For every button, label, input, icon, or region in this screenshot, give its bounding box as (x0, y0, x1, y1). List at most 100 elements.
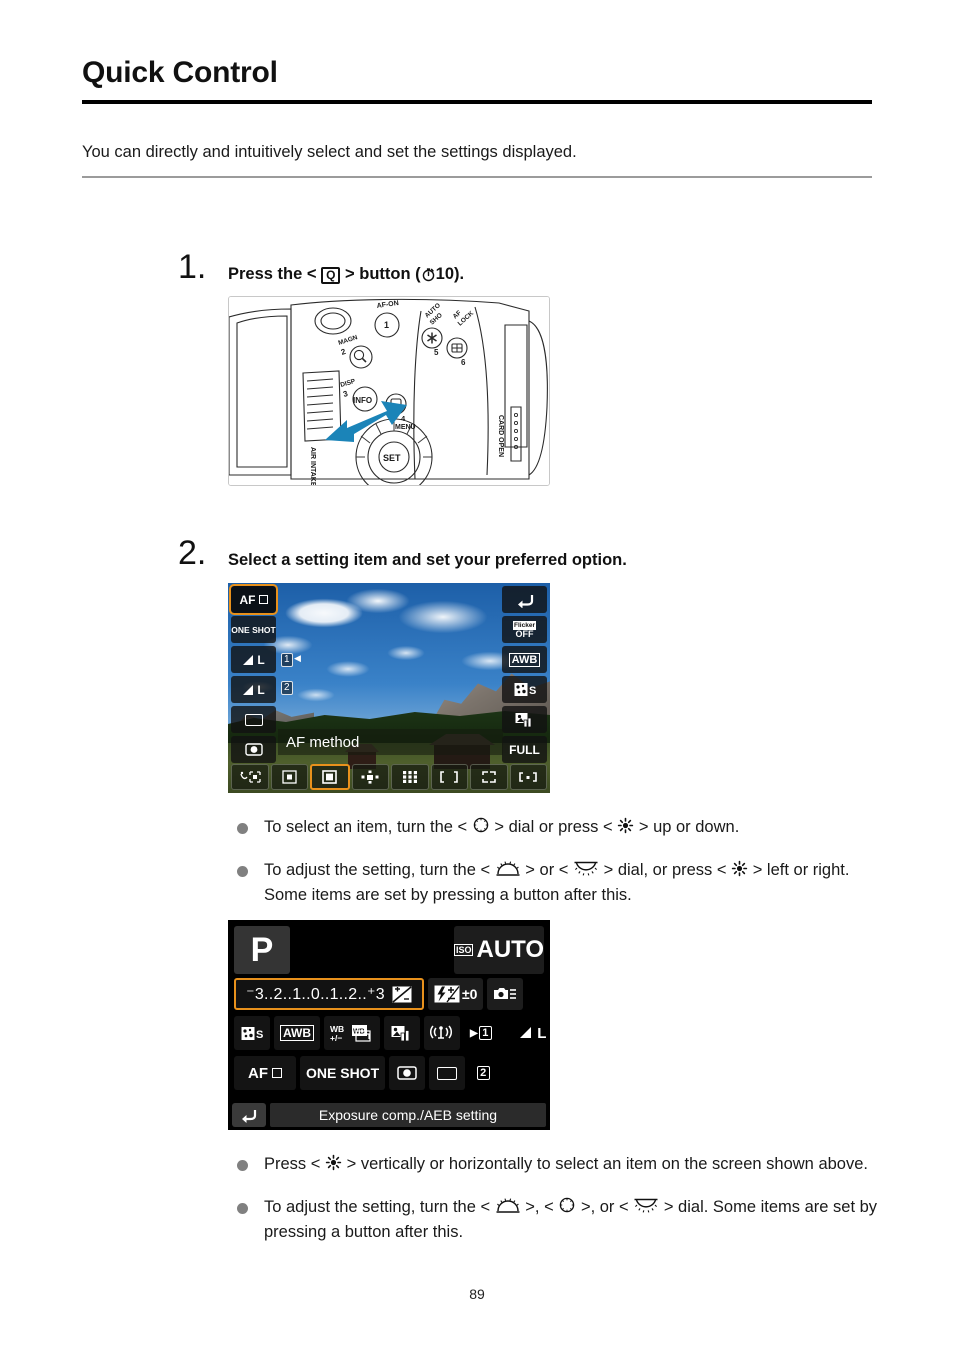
card-arrow-icon: ◀ (294, 653, 301, 663)
bullet-1-part-2: > dial or press < (494, 818, 613, 836)
label-6: 6 (461, 358, 466, 367)
step-1-text: Press the < Q > button (10). (228, 265, 464, 284)
sub-dial-icon (633, 1197, 659, 1214)
label-air-intake: AIR INTAKE (309, 447, 316, 486)
tile-return[interactable] (502, 586, 547, 613)
svg-text:+/−: +/− (330, 1033, 342, 1043)
label-set: SET (383, 453, 401, 463)
tile-af-operation[interactable]: ONE SHOT (300, 1056, 386, 1090)
shooting-settings-screen[interactable]: P ISO AUTO ⁻3..2..1..0..1..2..⁺3 ±0 S AW… (228, 920, 550, 1130)
label-5: 5 (434, 348, 439, 357)
af-label: AF (248, 1064, 268, 1082)
tile-picture-style[interactable]: S (502, 676, 547, 703)
tile-af-method[interactable]: AF (234, 1056, 296, 1090)
bullet-4-part-0: To adjust the setting, turn the < (264, 1198, 491, 1216)
tile-metering-mode[interactable] (389, 1056, 426, 1090)
iso-tile[interactable]: ISO AUTO (453, 926, 544, 974)
svg-text:S: S (256, 1029, 263, 1041)
step-1-number: 1. (178, 248, 207, 286)
tile-wireless[interactable] (424, 1016, 460, 1050)
picture-style-standard-icon: S (241, 1026, 263, 1041)
tile-full[interactable]: FULL (502, 736, 547, 763)
footer-setting-name: Exposure comp./AEB setting (270, 1102, 546, 1127)
tile-wb-correction[interactable]: WB +/− WB (324, 1016, 380, 1050)
tile-af-operation[interactable]: ONE SHOT (231, 616, 276, 643)
bullet-adjust-setting-dials: To adjust the setting, turn the < >, < >… (232, 1195, 882, 1245)
tile-white-balance[interactable]: AWB (502, 646, 547, 673)
exposure-compensation-icon (392, 985, 412, 1003)
page-number: 89 (469, 1286, 485, 1302)
drive-single-icon (437, 1066, 458, 1080)
shooting-mode-tile[interactable]: P (234, 926, 290, 974)
main-dial-icon (495, 860, 521, 877)
drive-single-icon (244, 713, 263, 726)
return-arrow-icon (517, 594, 533, 608)
zone-af-icon (440, 771, 459, 783)
metering-evaluative-icon (397, 1066, 417, 1080)
af-option-large-zone-vertical[interactable] (470, 764, 508, 790)
setting-name-label: AF method (278, 729, 503, 755)
exposure-row: ⁻3..2..1..0..1..2..⁺3 ±0 (234, 978, 524, 1010)
settings-row-1: S AWB WB +/− WB ▶ 1 L (234, 1016, 550, 1050)
af-square-icon (258, 595, 268, 604)
manual-page: Quick Control You can directly and intui… (0, 0, 954, 1345)
camera-settings-icon (494, 988, 517, 999)
step-2-text: Select a setting item and set your prefe… (228, 551, 627, 569)
tile-af-method[interactable]: AF (229, 584, 278, 615)
tile-metering-mode[interactable] (231, 736, 276, 763)
wireless-icon (430, 1025, 453, 1039)
exposure-comp-tile[interactable]: ⁻3..2..1..0..1..2..⁺3 (234, 978, 424, 1010)
af-option-zone[interactable] (430, 764, 468, 790)
af-option-one-point[interactable] (310, 764, 350, 790)
image-transfer-icon (391, 1025, 410, 1041)
dial-quick-control-icon (472, 816, 490, 834)
tile-record-card-2[interactable]: 2 (469, 1056, 498, 1090)
card-slot-2-icon: 2 (476, 1066, 490, 1080)
svg-text:S: S (529, 685, 536, 697)
tile-image-transfer[interactable] (384, 1016, 420, 1050)
af-square-icon (272, 1068, 282, 1078)
af-option-expand-surround[interactable] (391, 764, 429, 790)
image-quality-large-fine-icon (520, 1027, 532, 1038)
card-slot-1-icon: 1 (281, 653, 293, 667)
tile-drive-mode[interactable] (429, 1056, 466, 1090)
spot-af-icon (282, 770, 297, 784)
return-button[interactable] (232, 1102, 266, 1127)
card-arrow-icon: ▶ (470, 1027, 478, 1039)
af-method-options-row (228, 761, 550, 793)
bullet-list-2: Press < > vertically or horizontally to … (232, 1152, 882, 1263)
tile-image-quality-1[interactable]: L (231, 646, 276, 673)
tile-image-quality-2[interactable]: L (231, 676, 276, 703)
tile-record-card-1[interactable]: ▶ 1 (464, 1016, 498, 1050)
af-option-expand-cross[interactable] (351, 764, 389, 790)
bullet-press-multicontroller: Press < > vertically or horizontally to … (232, 1152, 882, 1177)
bullet-2-part-4: > dial, or press < (603, 861, 727, 879)
step-1-timer-value: 10 (435, 265, 455, 283)
step-1-text-end: ). (454, 265, 465, 283)
tile-flicker[interactable]: Flicker OFF (502, 616, 547, 643)
bullet-4-part-2: >, < (525, 1198, 554, 1216)
bullet-adjust-setting: To adjust the setting, turn the < > or <… (232, 858, 882, 908)
step-2-number: 2. (178, 534, 207, 572)
tile-image-transfer[interactable] (502, 706, 547, 733)
custom-shooting-mode-tile[interactable] (487, 978, 524, 1010)
tile-drive-mode[interactable] (231, 706, 276, 733)
tile-image-quality[interactable]: L (501, 1016, 550, 1050)
af-option-face-tracking[interactable] (231, 764, 269, 790)
auto-white-balance-icon: AWB (508, 652, 541, 667)
camera-back-illustration: AF-ON 1 AUTO SHO AF LOCK MAGN 2 5 6 DISP… (229, 297, 549, 486)
tile-picture-style[interactable]: S (234, 1016, 270, 1050)
quick-control-screen[interactable]: AF ONE SHOT L L Flicker OFF AWB S FULL 1… (228, 583, 550, 793)
intro-divider (82, 176, 872, 178)
af-option-spot[interactable] (270, 764, 308, 790)
af-option-large-zone-horizontal[interactable] (509, 764, 547, 790)
tile-white-balance[interactable]: AWB (274, 1016, 320, 1050)
page-title: Quick Control (82, 56, 278, 89)
flash-exposure-comp-tile[interactable]: ±0 (428, 978, 484, 1010)
step-1-text-before: Press the < (228, 265, 317, 283)
step-1-text-after: > button ( (345, 265, 421, 283)
large-zone-horizontal-icon (519, 772, 538, 782)
card-slot-1-icon: 1 (478, 1026, 492, 1040)
face-tracking-icon (240, 771, 261, 783)
quality-size: L (537, 1024, 547, 1042)
